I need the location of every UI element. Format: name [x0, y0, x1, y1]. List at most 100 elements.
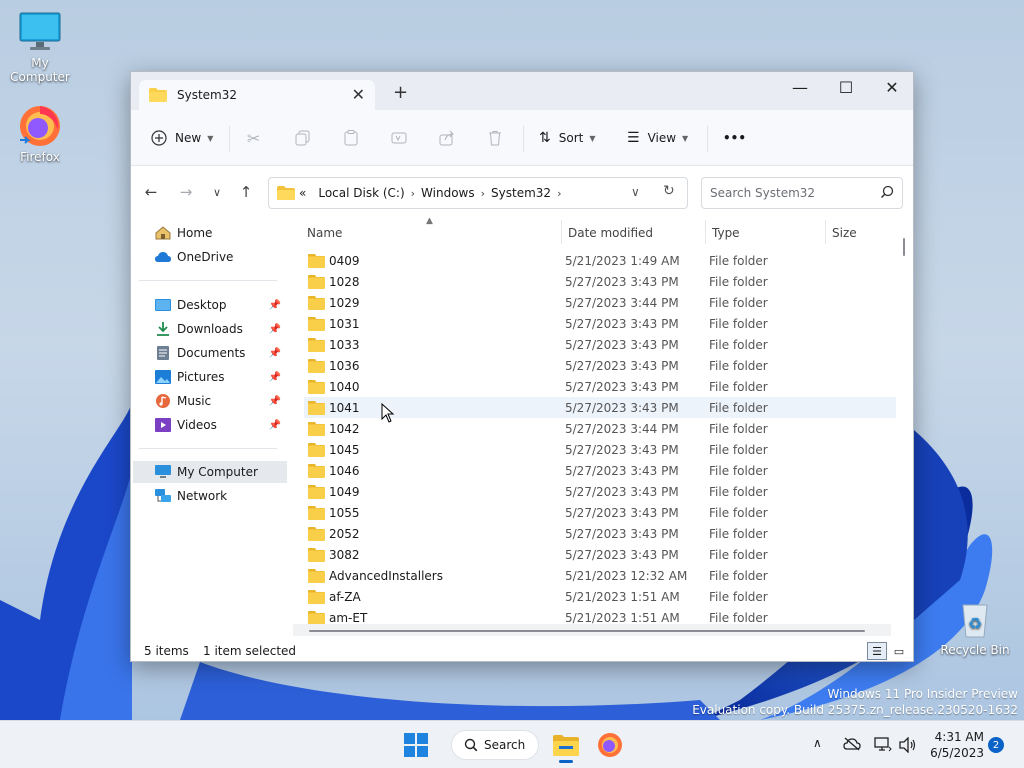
sidebar-item-downloads[interactable]: Downloads 📌 — [133, 318, 287, 340]
minimize-button[interactable]: — — [777, 72, 823, 102]
back-arrow-icon[interactable]: ← — [140, 183, 162, 201]
table-row[interactable]: 1046 5/27/2023 3:43 PM File folder — [304, 460, 896, 481]
windows-start-icon[interactable] — [404, 733, 428, 757]
table-row[interactable]: 1028 5/27/2023 3:43 PM File folder — [304, 271, 896, 292]
delete-button[interactable] — [487, 124, 503, 152]
table-row[interactable]: 1033 5/27/2023 3:43 PM File folder — [304, 334, 896, 355]
column-header-date-modified[interactable]: Date modified — [568, 226, 653, 240]
copy-button[interactable] — [295, 124, 311, 152]
table-row[interactable]: 1055 5/27/2023 3:43 PM File folder — [304, 502, 896, 523]
table-row[interactable]: 1045 5/27/2023 3:43 PM File folder — [304, 439, 896, 460]
cloud-offline-icon[interactable] — [843, 737, 861, 755]
chevron-right-icon[interactable]: › — [557, 187, 561, 200]
pin-icon[interactable]: 📌 — [269, 300, 281, 311]
scrollbar-thumb[interactable] — [309, 630, 865, 632]
breadcrumb-system32[interactable]: System32 — [491, 186, 551, 200]
table-row[interactable]: 3082 5/27/2023 3:43 PM File folder — [304, 544, 896, 565]
sidebar-item-documents[interactable]: Documents 📌 — [133, 342, 287, 364]
sidebar-item-home[interactable]: Home — [133, 222, 287, 244]
navigation-row: ← → ∨ ↑ « Local Disk (C:) › Windows › Sy… — [131, 166, 913, 218]
new-tab-button[interactable]: + — [393, 82, 408, 103]
paste-button[interactable] — [343, 124, 359, 152]
more-options-button[interactable]: ••• — [723, 124, 746, 152]
taskbar-file-explorer[interactable] — [550, 729, 582, 763]
table-row[interactable]: 1029 5/27/2023 3:44 PM File folder — [304, 292, 896, 313]
sidebar-item-music[interactable]: Music 📌 — [133, 390, 287, 412]
new-button[interactable]: New ▼ — [151, 124, 213, 152]
notification-badge[interactable]: 2 — [988, 737, 1004, 753]
scrollbar-thumb[interactable] — [903, 238, 905, 256]
sidebar-item-my-computer[interactable]: My Computer — [133, 461, 287, 483]
sidebar-item-onedrive[interactable]: OneDrive — [133, 246, 287, 268]
column-header-type[interactable]: Type — [712, 226, 740, 240]
details-view-icon[interactable]: ☰ — [867, 642, 887, 660]
address-history-chevron-icon[interactable]: ∨ — [631, 185, 640, 199]
sort-button[interactable]: ⇅ Sort ▼ — [539, 124, 596, 152]
search-input[interactable]: Search System32 — [701, 177, 903, 209]
pin-icon[interactable]: 📌 — [269, 348, 281, 359]
recent-locations-chevron-icon[interactable]: ∨ — [206, 186, 228, 199]
desktop-icon-my-computer[interactable]: My Computer — [0, 10, 80, 84]
date-modified: 5/27/2023 3:43 PM — [565, 316, 679, 331]
music-icon — [156, 394, 170, 408]
close-tab-icon[interactable]: ✕ — [352, 85, 365, 104]
command-bar: New ▼ ✂ ⇅ Sort ▼ ☰ View ▼ ••• — [131, 110, 913, 166]
maximize-button[interactable]: ☐ — [823, 72, 869, 102]
refresh-icon[interactable]: ↻ — [663, 183, 675, 199]
pin-icon[interactable]: 📌 — [269, 372, 281, 383]
taskbar-search-button[interactable]: Search — [451, 730, 539, 760]
column-header-name[interactable]: Name — [307, 226, 342, 240]
folder-icon — [277, 186, 295, 200]
vertical-scrollbar[interactable] — [901, 222, 907, 622]
table-row[interactable]: 0409 5/21/2023 1:49 AM File folder — [304, 250, 896, 271]
address-bar[interactable]: « Local Disk (C:) › Windows › System32 ›… — [268, 177, 688, 209]
table-row[interactable]: 1049 5/27/2023 3:43 PM File folder — [304, 481, 896, 502]
volume-icon[interactable] — [899, 736, 917, 757]
taskbar-firefox[interactable] — [594, 729, 626, 761]
view-label: View — [647, 131, 677, 145]
chevron-right-icon[interactable]: › — [481, 187, 485, 200]
network-monitor-icon[interactable] — [874, 737, 892, 757]
forward-arrow-icon[interactable]: → — [175, 183, 197, 201]
monitor-icon — [18, 10, 62, 54]
cut-button[interactable]: ✂ — [247, 124, 260, 152]
horizontal-scrollbar[interactable] — [293, 624, 891, 636]
sidebar-item-network[interactable]: Network — [133, 485, 287, 507]
table-row[interactable]: 1031 5/27/2023 3:43 PM File folder — [304, 313, 896, 334]
desktop-icon-firefox[interactable]: Firefox — [0, 104, 80, 164]
sidebar-item-videos[interactable]: Videos 📌 — [133, 414, 287, 436]
desktop-icon-recycle-bin[interactable]: ♻ Recycle Bin — [935, 597, 1015, 657]
tiles-view-icon[interactable]: ▭ — [889, 642, 909, 660]
sidebar-item-desktop[interactable]: Desktop 📌 — [133, 294, 287, 316]
close-window-button[interactable]: ✕ — [869, 72, 915, 102]
column-divider[interactable] — [825, 220, 826, 244]
tab-system32[interactable]: System32 ✕ — [139, 80, 375, 110]
share-button[interactable] — [439, 124, 455, 152]
view-button[interactable]: ☰ View ▼ — [627, 124, 688, 152]
title-bar[interactable]: System32 ✕ + — ☐ ✕ — [131, 72, 913, 110]
toolbar-divider — [523, 126, 524, 152]
table-row[interactable]: 2052 5/27/2023 3:43 PM File folder — [304, 523, 896, 544]
address-overflow[interactable]: « — [299, 186, 306, 200]
column-divider[interactable] — [561, 220, 562, 244]
rename-button[interactable] — [391, 124, 407, 152]
breadcrumb-local-disk[interactable]: Local Disk (C:) — [318, 186, 404, 200]
column-header-size[interactable]: Size — [832, 226, 857, 240]
clock-time: 4:31 AM — [934, 730, 984, 744]
monitor-icon — [155, 465, 171, 478]
pin-icon[interactable]: 📌 — [269, 396, 281, 407]
table-row[interactable]: AdvancedInstallers 5/21/2023 12:32 AM File… — [304, 565, 896, 586]
table-row[interactable]: 1036 5/27/2023 3:43 PM File folder — [304, 355, 896, 376]
table-row[interactable]: af-ZA 5/21/2023 1:51 AM File folder — [304, 586, 896, 607]
sidebar-item-pictures[interactable]: Pictures 📌 — [133, 366, 287, 388]
column-divider[interactable] — [705, 220, 706, 244]
up-arrow-icon[interactable]: ↑ — [235, 183, 257, 201]
pin-icon[interactable]: 📌 — [269, 420, 281, 431]
breadcrumb-windows[interactable]: Windows — [421, 186, 475, 200]
system-clock[interactable]: 4:31 AM 6/5/2023 — [926, 729, 984, 761]
pin-icon[interactable]: 📌 — [269, 324, 281, 335]
chevron-right-icon[interactable]: › — [411, 187, 415, 200]
search-icon — [464, 738, 478, 752]
show-hidden-icons-chevron-icon[interactable]: ∧ — [813, 736, 822, 750]
table-row[interactable]: 1040 5/27/2023 3:43 PM File folder — [304, 376, 896, 397]
